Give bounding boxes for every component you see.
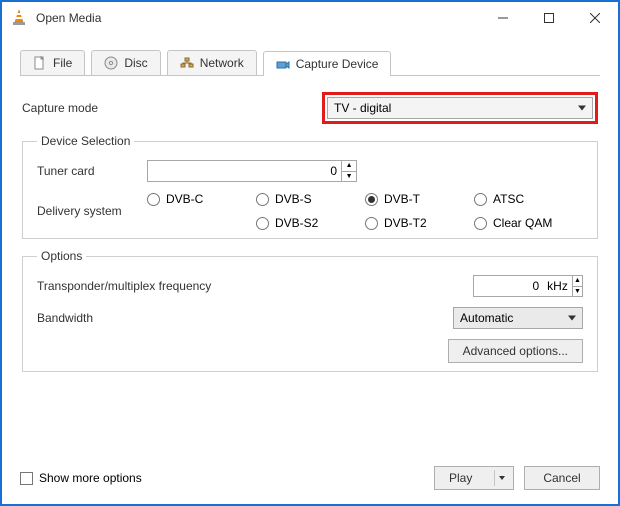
tab-file[interactable]: File <box>20 50 85 75</box>
tab-network-label: Network <box>200 56 244 70</box>
frequency-field[interactable] <box>474 276 543 296</box>
frequency-input[interactable]: kHz ▲▼ <box>473 275 583 297</box>
tuner-card-spinner[interactable]: ▲▼ <box>341 161 356 181</box>
frequency-label: Transponder/multiplex frequency <box>37 279 473 293</box>
tab-disc-label: Disc <box>124 56 147 70</box>
frequency-row: Transponder/multiplex frequency kHz ▲▼ <box>37 275 583 297</box>
tab-file-label: File <box>53 56 72 70</box>
minimize-button[interactable] <box>480 2 526 34</box>
bandwidth-label: Bandwidth <box>37 311 453 325</box>
delivery-radio-grid: DVB-C DVB-S DVB-T ATSC DVB-S2 DVB-T2 Cle… <box>147 192 583 230</box>
frequency-spinner[interactable]: ▲▼ <box>572 276 582 296</box>
capture-mode-value: TV - digital <box>334 101 391 115</box>
bandwidth-value: Automatic <box>460 311 513 325</box>
radio-label: DVB-S <box>275 192 312 206</box>
content: File Disc Network Capture Device Capture… <box>2 34 618 372</box>
bandwidth-select[interactable]: Automatic <box>453 307 583 329</box>
radio-label: DVB-C <box>166 192 203 206</box>
disc-icon <box>104 56 118 70</box>
delivery-system-label: Delivery system <box>37 204 147 218</box>
bandwidth-row: Bandwidth Automatic <box>37 307 583 329</box>
file-icon <box>33 56 47 70</box>
capture-mode-highlight: TV - digital <box>322 92 598 124</box>
tuner-card-label: Tuner card <box>37 164 147 178</box>
radio-label: DVB-T <box>384 192 420 206</box>
radio-dvbs2[interactable]: DVB-S2 <box>256 216 365 230</box>
radio-label: DVB-S2 <box>275 216 318 230</box>
window-controls <box>480 2 618 34</box>
options-legend: Options <box>37 249 86 263</box>
tabs: File Disc Network Capture Device <box>20 50 600 76</box>
footer: Show more options Play Cancel <box>20 466 600 490</box>
radio-label: DVB-T2 <box>384 216 427 230</box>
window-title: Open Media <box>36 11 480 25</box>
tuner-card-field[interactable] <box>148 161 341 181</box>
tab-network[interactable]: Network <box>167 50 257 75</box>
radio-label: ATSC <box>493 192 524 206</box>
radio-atsc[interactable]: ATSC <box>474 192 583 206</box>
device-selection-legend: Device Selection <box>37 134 134 148</box>
capture-icon <box>276 57 290 71</box>
radio-circle <box>147 193 160 206</box>
radio-dvbs[interactable]: DVB-S <box>256 192 365 206</box>
radio-label: Clear QAM <box>493 216 552 230</box>
tuner-card-row: Tuner card ▲▼ <box>37 160 583 182</box>
frequency-unit: kHz <box>547 279 572 293</box>
tab-body: Capture mode TV - digital Device Selecti… <box>20 76 600 372</box>
radio-circle <box>256 217 269 230</box>
capture-mode-row: Capture mode TV - digital <box>22 92 598 124</box>
delivery-system-row: Delivery system DVB-C DVB-S DVB-T ATSC D… <box>37 192 583 230</box>
tab-capture-device[interactable]: Capture Device <box>263 51 392 76</box>
tab-disc[interactable]: Disc <box>91 50 160 75</box>
capture-mode-label: Capture mode <box>22 101 322 115</box>
advanced-row: Advanced options... <box>37 339 583 363</box>
network-icon <box>180 56 194 70</box>
options-group: Options Transponder/multiplex frequency … <box>22 249 598 372</box>
tuner-card-input[interactable]: ▲▼ <box>147 160 357 182</box>
radio-circle <box>474 193 487 206</box>
device-selection-group: Device Selection Tuner card ▲▼ Delivery … <box>22 134 598 239</box>
advanced-options-button[interactable]: Advanced options... <box>448 339 583 363</box>
play-button[interactable]: Play <box>434 466 514 490</box>
capture-mode-select[interactable]: TV - digital <box>327 97 593 119</box>
titlebar: Open Media <box>2 2 618 34</box>
radio-dvbt[interactable]: DVB-T <box>365 192 474 206</box>
radio-circle <box>256 193 269 206</box>
cancel-button[interactable]: Cancel <box>524 466 600 490</box>
show-more-label: Show more options <box>39 471 142 485</box>
radio-clearqam[interactable]: Clear QAM <box>474 216 583 230</box>
close-button[interactable] <box>572 2 618 34</box>
show-more-checkbox[interactable] <box>20 472 33 485</box>
maximize-button[interactable] <box>526 2 572 34</box>
open-media-window: Open Media File Disc Network Capture Dev <box>0 0 620 506</box>
tab-capture-label: Capture Device <box>296 57 379 71</box>
radio-circle <box>474 217 487 230</box>
radio-circle <box>365 217 378 230</box>
vlc-icon <box>10 9 28 27</box>
radio-dvbt2[interactable]: DVB-T2 <box>365 216 474 230</box>
radio-dvbc[interactable]: DVB-C <box>147 192 256 206</box>
radio-circle <box>365 193 378 206</box>
